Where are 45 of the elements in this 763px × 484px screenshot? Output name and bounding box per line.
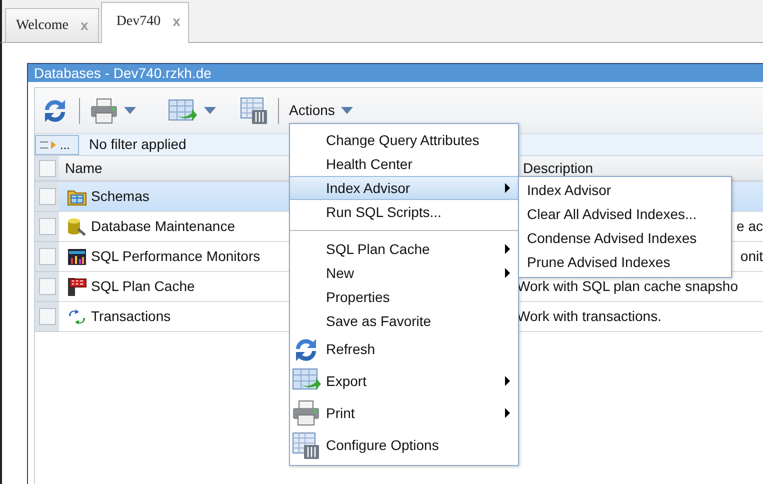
tab-label: Dev740 — [116, 12, 161, 30]
row-checkbox[interactable] — [38, 278, 56, 295]
menu-item[interactable]: Index Advisor — [290, 176, 518, 200]
menu-item[interactable]: Export — [290, 365, 518, 397]
menu-item[interactable]: Refresh — [290, 333, 518, 365]
filter-button[interactable]: ... — [35, 134, 79, 154]
tab-label: Welcome — [16, 17, 69, 35]
table-arrow-icon — [292, 368, 322, 392]
cylinder-wrench-icon — [67, 218, 87, 236]
export-button[interactable] — [168, 98, 216, 122]
print-button[interactable] — [90, 98, 136, 124]
printer-icon — [292, 400, 320, 426]
row-checkbox[interactable] — [38, 218, 56, 235]
caret-icon — [204, 107, 216, 114]
table-sliders-icon — [292, 432, 320, 460]
arrow-icon — [39, 138, 57, 150]
caret-icon — [124, 107, 136, 114]
row-checkbox[interactable] — [38, 188, 56, 205]
exchange-arrows-icon — [67, 308, 87, 326]
row-checkbox[interactable] — [38, 248, 56, 265]
actions-button[interactable]: Actions — [289, 100, 353, 121]
menu-item[interactable]: Configure Options — [290, 429, 518, 461]
submenu-arrow-icon — [505, 376, 510, 386]
row-checkbox[interactable] — [38, 308, 56, 325]
sql-cabinet-icon — [67, 276, 87, 296]
printer-icon — [90, 98, 118, 124]
chart-window-icon — [67, 248, 87, 266]
submenu-arrow-icon — [505, 183, 510, 193]
menu-item[interactable]: Print — [290, 397, 518, 429]
panel-title: Databases - Dev740.rzkh.de — [28, 64, 763, 82]
submenu-arrow-icon — [505, 244, 510, 254]
tab[interactable]: Welcome x — [5, 8, 100, 42]
table-sliders-icon — [240, 96, 268, 124]
menu-item[interactable]: Save as Favorite — [290, 309, 518, 333]
filter-status: No filter applied — [89, 135, 186, 154]
tab[interactable]: Dev740 x — [101, 2, 190, 43]
caret-icon — [340, 107, 353, 114]
menu-item[interactable]: Prune Advised Indexes — [519, 250, 731, 274]
submenu-arrow-icon — [505, 408, 510, 418]
folder-icon — [67, 188, 87, 206]
configure-button[interactable] — [240, 96, 268, 124]
select-all-checkbox[interactable] — [38, 160, 56, 176]
submenu-arrow-icon — [505, 268, 510, 278]
table-arrow-icon — [168, 98, 198, 122]
menu-item[interactable]: Change Query Attributes — [290, 128, 518, 152]
